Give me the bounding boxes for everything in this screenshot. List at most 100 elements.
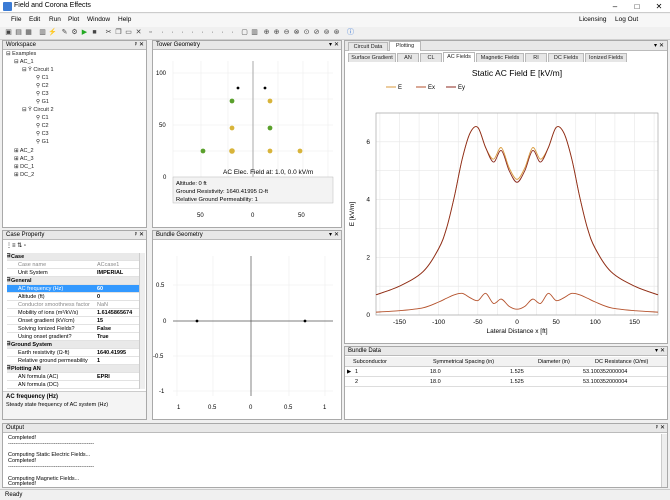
property-category[interactable]: Plotting AN ⊟ bbox=[7, 365, 141, 373]
run-icon[interactable]: ▶ bbox=[80, 28, 89, 38]
tab-plotting[interactable]: Plotting bbox=[389, 41, 421, 51]
minimize-button[interactable]: – bbox=[604, 1, 626, 12]
property-row[interactable]: Conductor smoothness factor NaN bbox=[7, 301, 141, 309]
property-row[interactable]: AN formula (AC) EPRI bbox=[7, 373, 141, 381]
zoom-icon-7[interactable]: ⊚ bbox=[322, 28, 331, 38]
property-row[interactable]: Case name ACcase1 bbox=[7, 261, 141, 269]
tree-item-c2b[interactable]: ⚲ C2 bbox=[36, 123, 49, 129]
tree-item-dc2[interactable]: ⊞ DC_2 bbox=[14, 172, 34, 178]
property-category[interactable]: Case ⊟ bbox=[7, 253, 141, 261]
tab-surface-gradient[interactable]: Surface Gradient bbox=[348, 53, 396, 62]
tree-item-ac2[interactable]: ⊞ AC_2 bbox=[14, 148, 34, 154]
wrench-icon[interactable]: ✎ bbox=[60, 28, 69, 38]
table-row[interactable]: 2 18.0 1.525 53.100352000004 bbox=[345, 378, 667, 387]
maximize-button[interactable]: □ bbox=[626, 1, 648, 12]
grid-icon[interactable]: ▥ bbox=[38, 28, 47, 38]
property-row[interactable]: Unit System IMPERIAL bbox=[7, 269, 141, 277]
col-resistance[interactable]: DC Resistance (Ω/mi) bbox=[595, 359, 648, 365]
collapse-icon[interactable]: ⊟ bbox=[7, 341, 11, 347]
property-value[interactable]: IMPERIAL bbox=[97, 270, 141, 276]
tree-item-c1a[interactable]: ⚲ C1 bbox=[36, 75, 49, 81]
menu-window[interactable]: Window bbox=[87, 16, 110, 23]
tree-item-c3a[interactable]: ⚲ C3 bbox=[36, 91, 49, 97]
property-value[interactable]: 0 bbox=[97, 294, 141, 300]
pages-icon[interactable]: ▫ bbox=[24, 243, 26, 249]
tree-item-dc1[interactable]: ⊞ DC_1 bbox=[14, 164, 34, 170]
property-row[interactable]: Mobility of ions (m²/kV/s) 1.6145865674 bbox=[7, 309, 141, 317]
stop-icon[interactable]: ■ bbox=[90, 28, 99, 38]
close-icon[interactable]: ✕ bbox=[660, 424, 665, 433]
property-category[interactable]: Ground System ⊟ bbox=[7, 341, 141, 349]
tree-item-examples[interactable]: ⊟ Examples bbox=[6, 51, 36, 57]
close-window-button[interactable]: ✕ bbox=[648, 1, 670, 12]
layout-icon-2[interactable]: ▥ bbox=[250, 28, 259, 38]
menu-run[interactable]: Run bbox=[49, 16, 61, 23]
col-diameter[interactable]: Diameter (in) bbox=[538, 359, 570, 365]
property-value[interactable]: 1 bbox=[97, 358, 141, 364]
tab-ac-fields[interactable]: AC Fields bbox=[443, 52, 475, 62]
property-value[interactable]: NaN bbox=[97, 302, 141, 308]
property-row[interactable]: Solving Ionized Fields? False bbox=[7, 325, 141, 333]
property-value[interactable]: EPRI bbox=[97, 374, 141, 380]
col-subconductor[interactable]: Subconductor bbox=[353, 359, 387, 365]
new-icon[interactable]: ▣ bbox=[4, 28, 13, 38]
dot-icon-4[interactable]: · bbox=[188, 28, 197, 38]
tab-magnetic-fields[interactable]: Magnetic Fields bbox=[476, 53, 524, 62]
dropdown-icon[interactable]: ▾ bbox=[329, 41, 332, 50]
dropdown-icon[interactable]: ▾ bbox=[329, 231, 332, 240]
tab-cl[interactable]: CL bbox=[420, 53, 442, 62]
save-icon[interactable]: ▦ bbox=[24, 28, 33, 38]
dot-icon-2[interactable]: · bbox=[168, 28, 177, 38]
paste-icon[interactable]: ▭ bbox=[124, 28, 133, 38]
close-icon[interactable]: ✕ bbox=[659, 42, 664, 49]
property-value[interactable]: 15 bbox=[97, 318, 141, 324]
tree-item-circuit2[interactable]: ⊟ Ÿ Circuit 2 bbox=[22, 107, 54, 113]
collapse-icon[interactable]: ⊟ bbox=[7, 365, 11, 371]
help-icon[interactable]: ⓘ bbox=[346, 28, 355, 38]
delete-icon[interactable]: ✕ bbox=[134, 28, 143, 38]
settings-icon[interactable]: ⚙ bbox=[70, 28, 79, 38]
property-value[interactable]: 60 bbox=[97, 286, 141, 292]
property-row[interactable]: AN formula (DC) bbox=[7, 381, 141, 389]
tree-item-c2a[interactable]: ⚲ C2 bbox=[36, 83, 49, 89]
close-icon[interactable]: ✕ bbox=[334, 41, 339, 50]
tree-item-g1a[interactable]: ⚲ G1 bbox=[36, 99, 49, 105]
zoom-icon-8[interactable]: ⊛ bbox=[332, 28, 341, 38]
tree-item-circuit1[interactable]: ⊟ Ÿ Circuit 1 bbox=[22, 67, 54, 73]
tab-an[interactable]: AN bbox=[397, 53, 419, 62]
zoom-icon-2[interactable]: ⊕ bbox=[272, 28, 281, 38]
menu-help[interactable]: Help bbox=[118, 16, 131, 23]
tree-item-ac3[interactable]: ⊞ AC_3 bbox=[14, 156, 34, 162]
menu-plot[interactable]: Plot bbox=[68, 16, 79, 23]
property-row[interactable]: AC frequency (Hz) 60 bbox=[7, 285, 141, 293]
cut-icon[interactable]: ✂ bbox=[104, 28, 113, 38]
property-row[interactable]: Relative ground permeability 1 bbox=[7, 357, 141, 365]
pin-icon[interactable]: ᵖ bbox=[135, 41, 137, 50]
collapse-icon[interactable]: ⊟ bbox=[7, 253, 11, 259]
col-spacing[interactable]: Symmetrical Spacing (in) bbox=[433, 359, 494, 365]
copy-icon[interactable]: ❐ bbox=[114, 28, 123, 38]
dropdown-icon[interactable]: ▾ bbox=[654, 42, 657, 49]
dot-icon-6[interactable]: · bbox=[208, 28, 217, 38]
menu-licensing[interactable]: Licensing bbox=[579, 16, 606, 23]
zoom-icon-4[interactable]: ⊗ bbox=[292, 28, 301, 38]
tree-item-c3b[interactable]: ⚲ C3 bbox=[36, 131, 49, 137]
tab-ri[interactable]: RI bbox=[525, 53, 547, 62]
dot-icon-7[interactable]: · bbox=[218, 28, 227, 38]
property-row[interactable]: Altitude (ft) 0 bbox=[7, 293, 141, 301]
tree-item-c1b[interactable]: ⚲ C1 bbox=[36, 115, 49, 121]
zoom-icon-1[interactable]: ⊕ bbox=[262, 28, 271, 38]
dot-icon-8[interactable]: · bbox=[228, 28, 237, 38]
dot-icon-5[interactable]: · bbox=[198, 28, 207, 38]
property-row[interactable]: Using onset gradient? True bbox=[7, 333, 141, 341]
tower-icon[interactable]: ⚡ bbox=[48, 28, 57, 38]
menu-edit[interactable]: Edit bbox=[29, 16, 40, 23]
property-row[interactable]: Onset gradient (kV/cm) 15 bbox=[7, 317, 141, 325]
tab-dc-fields[interactable]: DC Fields bbox=[548, 53, 584, 62]
open-icon[interactable]: ▤ bbox=[14, 28, 23, 38]
property-value[interactable]: 1.6145865674 bbox=[97, 310, 141, 316]
property-row[interactable]: Earth resistivity (Ω-ft) 1640.41995 bbox=[7, 349, 141, 357]
zoom-icon-6[interactable]: ⊘ bbox=[312, 28, 321, 38]
menu-logout[interactable]: Log Out bbox=[615, 16, 638, 23]
close-icon[interactable]: ✕ bbox=[139, 41, 144, 50]
